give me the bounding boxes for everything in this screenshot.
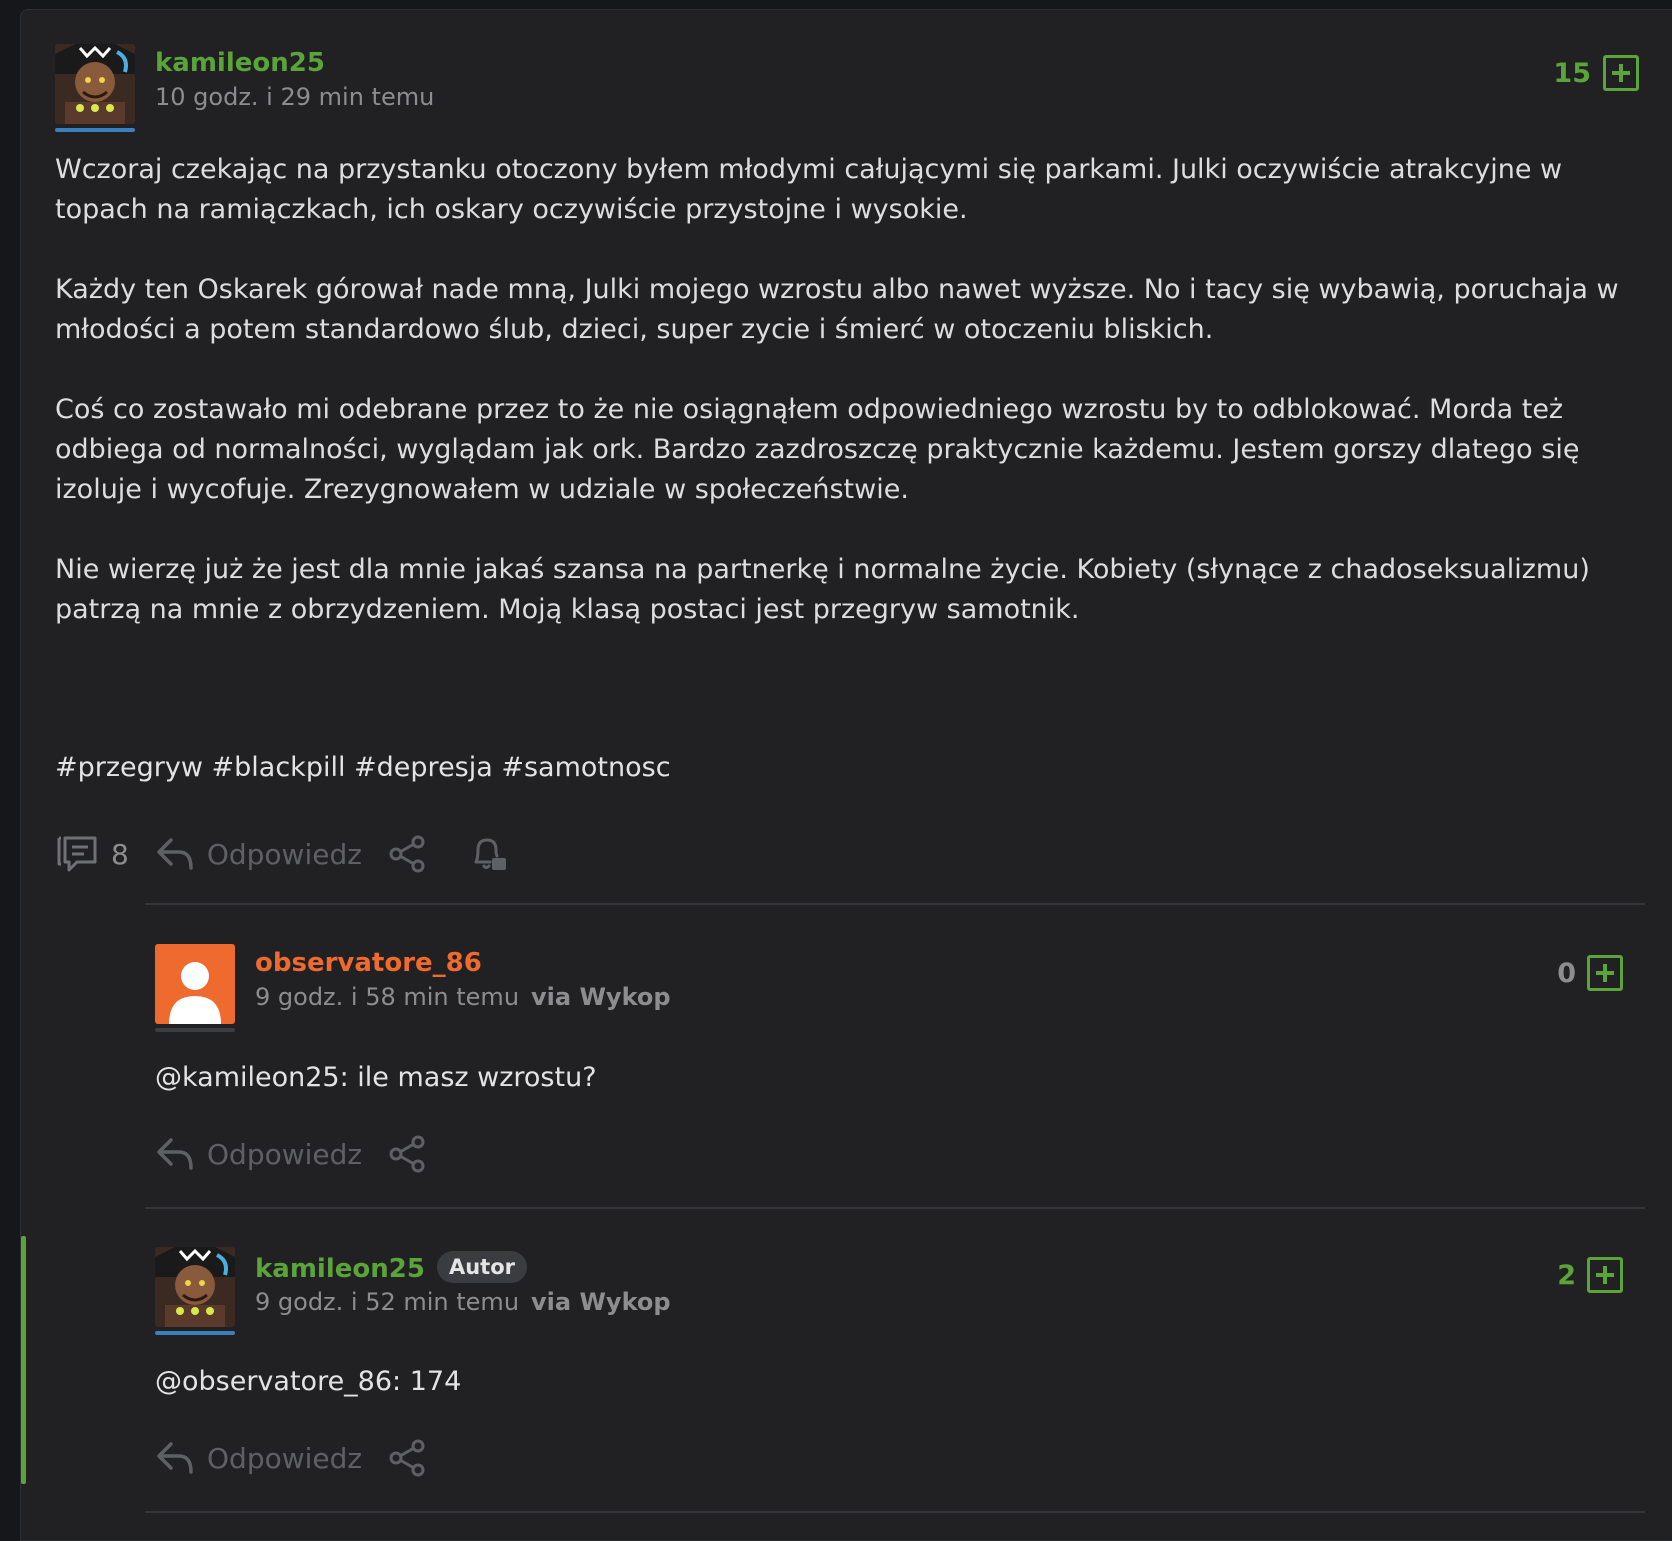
share-icon (388, 1438, 428, 1478)
post-paragraph: Każdy ten Oskarek górował nade mną, Julk… (55, 274, 1619, 345)
post-author[interactable]: kamileon25 (155, 48, 325, 78)
avatar-underline (155, 1331, 235, 1335)
share-button[interactable] (388, 1134, 428, 1174)
reply-icon (155, 1134, 195, 1174)
highlight-bar (21, 1236, 26, 1484)
comment-divider (145, 903, 1645, 905)
avatar[interactable] (155, 944, 235, 1032)
share-button[interactable] (388, 834, 428, 874)
plus-vote-icon[interactable] (1587, 955, 1623, 991)
avatar[interactable] (55, 44, 135, 132)
reply-label: Odpowiedz (207, 1137, 363, 1171)
post-score: 15 (1553, 58, 1591, 89)
comment-meta: 9 godz. i 58 min temu via Wykop (255, 983, 671, 1011)
comment-time[interactable]: 9 godz. i 58 min temu (255, 983, 519, 1011)
comment-text: @kamileon25: ile masz wzrostu? (155, 1062, 597, 1093)
comment-text: @observatore_86: 174 (155, 1366, 462, 1397)
entry-card: kamileon25 10 godz. i 29 min temu 15 Wcz… (20, 9, 1672, 1541)
post-paragraph: Nie wierzę już że jest dla mnie jakaś sz… (55, 554, 1590, 625)
comment-score: 2 (1557, 1260, 1576, 1291)
comment-divider (145, 1511, 1645, 1513)
reply-icon (155, 1438, 195, 1478)
comment-author[interactable]: observatore_86 (255, 948, 482, 978)
reply-button[interactable]: Odpowiedz (155, 1438, 362, 1478)
avatar-image (155, 1247, 235, 1327)
avatar-image (55, 44, 135, 124)
comment-author: kamileon25 Autor (255, 1251, 527, 1284)
avatar-underline (55, 128, 135, 132)
comment-actions: Odpowiedz (155, 1433, 428, 1483)
avatar[interactable] (155, 1247, 235, 1335)
avatar-underline (155, 1028, 235, 1032)
share-icon (388, 834, 428, 874)
post-tags[interactable]: #przegryw #blackpill #depresja #samotnos… (55, 748, 671, 788)
comment-via[interactable]: via Wykop (531, 983, 671, 1011)
post-body: Wczoraj czekając na przystanku otoczony … (55, 150, 1655, 670)
post-time[interactable]: 10 godz. i 29 min temu (155, 83, 434, 111)
plus-vote-icon[interactable] (1603, 55, 1639, 91)
post-paragraph: Coś co zostawało mi odebrane przez to że… (55, 394, 1580, 505)
comment-via[interactable]: via Wykop (531, 1288, 671, 1316)
share-icon (388, 1134, 428, 1174)
reply-label: Odpowiedz (207, 1441, 363, 1475)
author-badge: Autor (436, 1251, 527, 1283)
post-paragraph: Wczoraj czekając na przystanku otoczony … (55, 154, 1563, 225)
reply-button[interactable]: Odpowiedz (155, 1134, 362, 1174)
reply-label: Odpowiedz (206, 837, 362, 871)
reply-icon (155, 834, 195, 874)
plus-vote-icon[interactable] (1587, 1257, 1623, 1293)
comment-divider (145, 1207, 1645, 1209)
notify-button[interactable] (468, 834, 508, 874)
comment-meta: 9 godz. i 52 min temu via Wykop (255, 1288, 671, 1316)
comment-count: 8 (111, 837, 129, 871)
comment-icon (55, 834, 101, 874)
comment-time[interactable]: 9 godz. i 52 min temu (255, 1288, 519, 1316)
comment-score: 0 (1557, 958, 1576, 989)
notify-bell-icon (468, 834, 508, 874)
default-avatar-icon (155, 944, 235, 1024)
post-actions: 8 Odpowiedz (55, 829, 508, 879)
share-button[interactable] (388, 1438, 428, 1478)
comment-actions: Odpowiedz (155, 1129, 428, 1179)
comments-button[interactable]: 8 (55, 834, 129, 874)
reply-button[interactable]: Odpowiedz (155, 834, 362, 874)
comment-author-name[interactable]: kamileon25 (255, 1254, 425, 1284)
